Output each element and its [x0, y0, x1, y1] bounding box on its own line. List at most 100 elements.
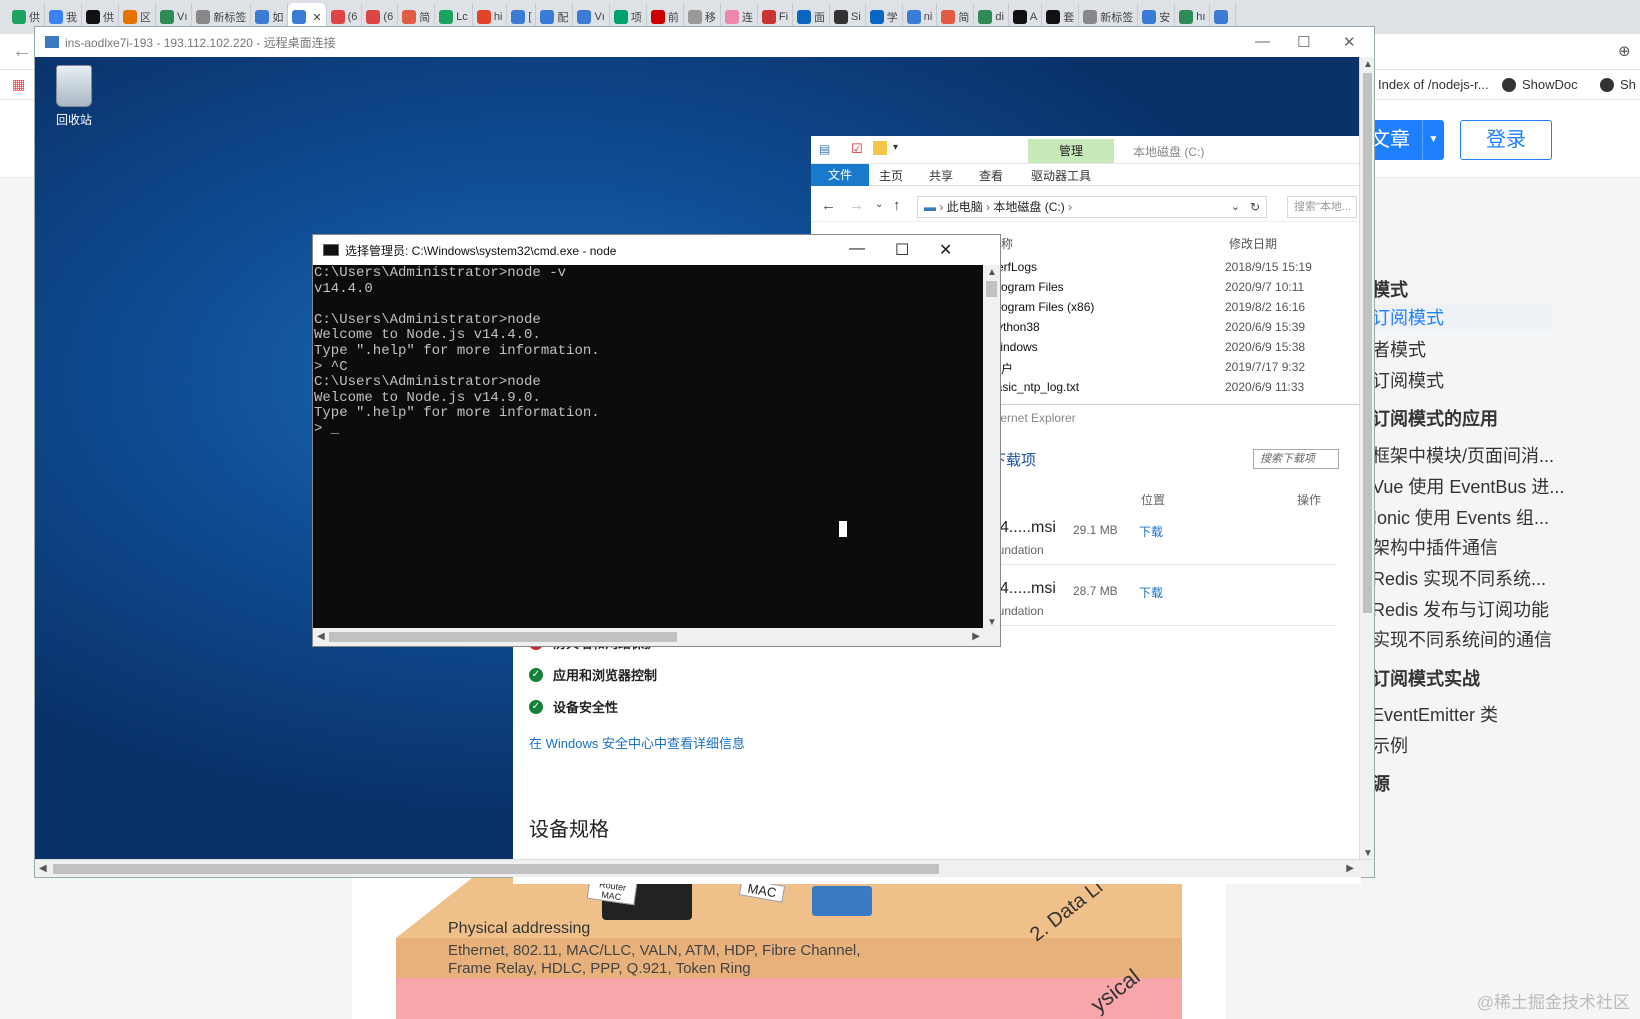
rdp-vertical-scrollbar[interactable]: ▲ ▼: [1359, 57, 1374, 861]
customize-icon[interactable]: ▾: [893, 142, 898, 153]
file-row[interactable]: PerfLogs 2018/9/15 15:19: [989, 260, 1312, 274]
toc-item[interactable]: 订阅模式: [1372, 367, 1444, 393]
scroll-down-icon[interactable]: ▼: [987, 617, 997, 628]
site-favicon-icon: [330, 10, 345, 24]
apps-grid-icon[interactable]: ▦: [12, 76, 25, 93]
scroll-thumb[interactable]: [53, 864, 939, 874]
recycle-bin[interactable]: 回收站: [49, 65, 99, 128]
tab-manage[interactable]: 管理: [1028, 139, 1114, 163]
close-icon[interactable]: ✕: [939, 240, 952, 260]
bookmark-nodejs[interactable]: Index of /nodejs-r...: [1378, 77, 1489, 92]
maximize-icon[interactable]: ☐: [895, 240, 909, 260]
quick-access-icon[interactable]: ▤: [819, 142, 830, 156]
scroll-thumb[interactable]: [986, 281, 997, 297]
browser-tab-label: (6: [347, 11, 358, 23]
column-modified[interactable]: 修改日期: [1229, 235, 1277, 252]
cmd-output[interactable]: C:\Users\Administrator>node -v v14.4.0 C:\…: [313, 265, 983, 630]
file-row[interactable]: Windows 2020/6/9 15:38: [989, 340, 1305, 354]
cmd-vertical-scrollbar[interactable]: ▲ ▼: [983, 265, 1000, 630]
explorer-search-input[interactable]: 搜索"本地...: [1287, 196, 1357, 218]
properties-icon[interactable]: ☑: [851, 141, 863, 157]
tab-home[interactable]: 主页: [879, 167, 903, 184]
rdp-titlebar[interactable]: ins-aodlxe7i-193 - 193.112.102.220 - 远程桌…: [35, 27, 1374, 57]
toc-item[interactable]: 订阅模式实战: [1372, 665, 1480, 691]
address-dropdown-icon[interactable]: ⌄: [1231, 197, 1240, 217]
recycle-bin-label: 回收站: [55, 113, 92, 127]
refresh-icon[interactable]: ↻: [1250, 197, 1260, 217]
scroll-right-icon[interactable]: ▶: [972, 631, 980, 642]
explorer-quick-toolbar: ▤ ☑ ▾ 管理 本地磁盘 (C:): [811, 136, 1361, 164]
scroll-thumb[interactable]: [1363, 73, 1372, 613]
scroll-down-icon[interactable]: ▼: [1363, 848, 1373, 859]
rdp-horizontal-scrollbar[interactable]: ◀ ▶: [35, 859, 1374, 877]
maximize-icon[interactable]: ☐: [1297, 33, 1310, 51]
up-icon[interactable]: ↑: [893, 197, 901, 214]
scroll-right-icon[interactable]: ▶: [1346, 863, 1354, 874]
browser-tab-label: 供: [103, 12, 114, 24]
scroll-left-icon[interactable]: ◀: [317, 631, 325, 642]
toc-item[interactable]: 实现不同系统间的通信: [1372, 626, 1552, 652]
file-row[interactable]: Python38 2020/6/9 15:39: [989, 320, 1305, 334]
tab-share[interactable]: 共享: [929, 167, 953, 184]
tab-drive-tools[interactable]: 驱动器工具: [1031, 167, 1091, 184]
cmd-line: Welcome to Node.js v14.4.0.: [314, 327, 541, 344]
toc-item[interactable]: 框架中模块/页面间消...: [1372, 442, 1554, 468]
close-icon[interactable]: ✕: [1343, 33, 1356, 51]
zoom-icon[interactable]: ⊕: [1618, 42, 1631, 60]
scroll-up-icon[interactable]: ▲: [987, 267, 997, 278]
toc-item[interactable]: Redis 发布与订阅功能: [1372, 596, 1549, 622]
toc-item[interactable]: 架构中插件通信: [1372, 534, 1498, 560]
browser-tab-label: Si: [851, 11, 861, 23]
tab-view[interactable]: 查看: [979, 167, 1003, 184]
site-favicon-icon: [650, 10, 665, 24]
download-link[interactable]: 下载: [1139, 584, 1163, 601]
breadcrumb-drive[interactable]: 本地磁盘 (C:): [993, 200, 1064, 214]
browser-tab-label: 如: [272, 12, 284, 24]
browser-tab-label: Fi: [778, 11, 789, 23]
back-icon[interactable]: ←: [821, 197, 836, 214]
toc-item[interactable]: 订阅模式: [1372, 304, 1552, 330]
toc-item[interactable]: 者模式: [1372, 336, 1426, 362]
physical-addressing-label: Physical addressing: [448, 920, 591, 937]
bookmark-sh[interactable]: Sh: [1600, 77, 1636, 92]
security-center-link[interactable]: 在 Windows 安全中心中查看详细信息: [529, 733, 745, 752]
toc-item[interactable]: 模式: [1372, 276, 1408, 302]
file-row[interactable]: 用户 2019/7/17 9:32: [989, 360, 1305, 377]
file-row[interactable]: Program Files 2020/9/7 10:11: [989, 280, 1304, 294]
close-tab-icon[interactable]: ✕: [312, 11, 321, 24]
toc-item[interactable]: EventEmitter 类: [1372, 701, 1498, 727]
cmd-horizontal-scrollbar[interactable]: ◀ ▶: [313, 628, 1000, 646]
security-item-label: 设备安全性: [553, 700, 619, 715]
download-row: 14.....msi 28.7 MB 下载 oundation: [981, 576, 1337, 626]
scroll-left-icon[interactable]: ◀: [39, 863, 47, 874]
toc-item[interactable]: 示例: [1372, 732, 1408, 758]
toc-item[interactable]: Vue 使用 EventBus 进...: [1372, 473, 1564, 499]
back-arrow-icon[interactable]: ←: [12, 40, 32, 63]
scroll-up-icon[interactable]: ▲: [1363, 59, 1373, 70]
recent-chevron-icon[interactable]: ⌄: [875, 199, 883, 210]
cmd-line: > ^C: [314, 358, 348, 375]
minimize-icon[interactable]: —: [849, 240, 865, 258]
login-button[interactable]: 登录: [1460, 120, 1552, 160]
minimize-icon[interactable]: —: [1255, 33, 1270, 50]
downloads-search-input[interactable]: 搜索下载项: [1253, 449, 1339, 469]
breadcrumb-this-pc[interactable]: 此电脑: [947, 200, 983, 214]
scroll-thumb[interactable]: [329, 632, 677, 642]
toc-item[interactable]: 订阅模式的应用: [1372, 405, 1498, 431]
new-folder-icon[interactable]: [873, 141, 887, 155]
toc-item[interactable]: Redis 实现不同系统...: [1372, 565, 1546, 591]
address-bar[interactable]: ▬ › 此电脑 › 本地磁盘 (C:) › ⌄ ↻: [917, 196, 1267, 218]
download-link[interactable]: 下载: [1139, 523, 1163, 540]
recycle-bin-icon: [56, 65, 92, 107]
cmd-titlebar[interactable]: 选择管理员: C:\Windows\system32\cmd.exe - nod…: [313, 235, 1000, 265]
security-item-app-control[interactable]: ✓ 应用和浏览器控制: [529, 665, 657, 684]
file-row[interactable]: Program Files (x86) 2019/8/2 16:16: [989, 300, 1305, 314]
toc-item[interactable]: Ionic 使用 Events 组...: [1372, 504, 1549, 530]
forward-icon[interactable]: →: [849, 197, 864, 214]
file-row[interactable]: basic_ntp_log.txt 2020/6/9 11:33: [989, 380, 1304, 394]
bookmark-showdoc[interactable]: ShowDoc: [1502, 77, 1578, 92]
chevron-down-icon[interactable]: ▼: [1422, 120, 1444, 160]
site-favicon-icon: [577, 10, 592, 24]
security-item-device[interactable]: ✓ 设备安全性: [529, 697, 618, 716]
tab-file[interactable]: 文件: [811, 164, 869, 186]
